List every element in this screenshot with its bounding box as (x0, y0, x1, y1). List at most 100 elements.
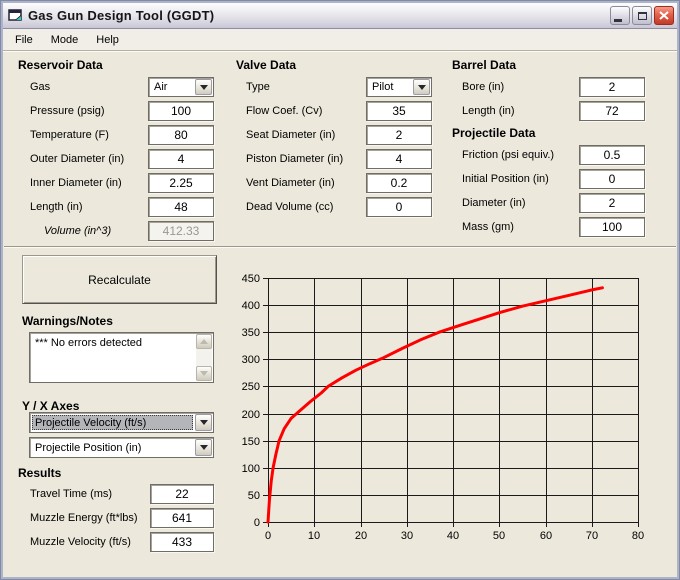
barrel-length-label: Length (in) (462, 105, 515, 117)
minimize-button[interactable] (610, 6, 630, 25)
piston-diameter-input[interactable] (366, 149, 432, 169)
volume-label: Volume (in^3) (44, 225, 111, 237)
gas-label: Gas (30, 81, 50, 93)
minimize-icon (614, 19, 622, 22)
chart-x-tick-label: 0 (265, 530, 271, 542)
initial-position-input[interactable] (579, 169, 645, 189)
app-icon[interactable] (8, 9, 23, 22)
axes-section-title: Y / X Axes (22, 399, 79, 413)
gas-dropdown[interactable]: Air (148, 77, 214, 97)
menu-bar: File Mode Help (3, 29, 677, 51)
inner-diameter-label: Inner Diameter (in) (30, 177, 122, 189)
recalculate-button[interactable]: Recalculate (22, 255, 217, 304)
gas-dropdown-arrow-icon[interactable] (195, 79, 212, 95)
mass-input[interactable] (579, 217, 645, 237)
flow-coef-label: Flow Coef. (Cv) (246, 105, 322, 117)
valve-type-label: Type (246, 81, 270, 93)
pressure-input[interactable] (148, 101, 214, 121)
warnings-section-title: Warnings/Notes (22, 314, 113, 328)
maximize-icon (638, 12, 647, 20)
chart-y-tick-label: 50 (248, 490, 260, 502)
chart-y-tick-label: 350 (242, 327, 260, 339)
pressure-label: Pressure (psig) (30, 105, 105, 117)
close-icon (659, 11, 669, 20)
chart-y-tick-label: 0 (254, 517, 260, 529)
x-axis-dropdown-arrow-icon[interactable] (195, 439, 212, 456)
chart-x-tick-label: 20 (355, 530, 367, 542)
seat-diameter-input[interactable] (366, 125, 432, 145)
y-axis-dropdown-arrow-icon[interactable] (195, 414, 212, 431)
barrel-section-title: Barrel Data (452, 58, 516, 72)
valve-type-dropdown-arrow-icon[interactable] (413, 79, 430, 95)
muzzle-velocity-label: Muzzle Velocity (ft/s) (30, 536, 131, 548)
velocity-position-chart: 0102030405060708005010015020025030035040… (240, 260, 676, 560)
temperature-input[interactable] (148, 125, 214, 145)
vent-diameter-input[interactable] (366, 173, 432, 193)
maximize-button[interactable] (632, 6, 652, 25)
scroll-down-icon (200, 371, 208, 376)
valve-type-dropdown[interactable]: Pilot (366, 77, 432, 97)
warnings-scrollbar[interactable] (196, 334, 212, 381)
projectile-diameter-label: Diameter (in) (462, 197, 526, 209)
section-divider (4, 246, 676, 248)
flow-coef-input[interactable] (366, 101, 432, 121)
initial-position-label: Initial Position (in) (462, 173, 549, 185)
dead-volume-label: Dead Volume (cc) (246, 201, 333, 213)
gas-value: Air (151, 80, 193, 94)
x-axis-dropdown[interactable]: Projectile Position (in) (29, 437, 214, 458)
chart-x-tick-label: 40 (447, 530, 459, 542)
x-axis-selected-value: Projectile Position (in) (32, 440, 193, 455)
dead-volume-input[interactable] (366, 197, 432, 217)
reservoir-section-title: Reservoir Data (18, 58, 103, 72)
warnings-text: *** No errors detected (35, 337, 193, 349)
muzzle-energy-value (150, 508, 214, 528)
reservoir-length-input[interactable] (148, 197, 214, 217)
menu-help[interactable]: Help (87, 30, 128, 50)
scroll-up-button[interactable] (196, 334, 212, 349)
reservoir-length-label: Length (in) (30, 201, 83, 213)
chart-x-tick-label: 50 (493, 530, 505, 542)
projectile-diameter-input[interactable] (579, 193, 645, 213)
travel-time-value (150, 484, 214, 504)
warnings-textbox[interactable]: *** No errors detected (29, 332, 214, 383)
muzzle-velocity-value (150, 532, 214, 552)
chart-y-tick-label: 100 (242, 463, 260, 475)
menu-mode[interactable]: Mode (42, 30, 88, 50)
velocity-curve (268, 288, 602, 522)
chart-x-tick-label: 60 (540, 530, 552, 542)
y-axis-dropdown[interactable]: Projectile Velocity (ft/s) (29, 412, 214, 433)
projectile-section-title: Projectile Data (452, 126, 535, 140)
muzzle-energy-label: Muzzle Energy (ft*lbs) (30, 512, 138, 524)
outer-diameter-label: Outer Diameter (in) (30, 153, 124, 165)
vent-diameter-label: Vent Diameter (in) (246, 177, 335, 189)
chart-x-tick-label: 10 (308, 530, 320, 542)
valve-section-title: Valve Data (236, 58, 296, 72)
friction-input[interactable] (579, 145, 645, 165)
title-bar[interactable]: Gas Gun Design Tool (GGDT) (3, 3, 677, 29)
chart-x-tick-label: 80 (632, 530, 644, 542)
results-section-title: Results (18, 466, 61, 480)
chart-y-tick-label: 450 (242, 273, 260, 285)
valve-type-value: Pilot (369, 80, 411, 94)
mass-label: Mass (gm) (462, 221, 514, 233)
bore-input[interactable] (579, 77, 645, 97)
volume-readonly-field (148, 221, 214, 241)
piston-diameter-label: Piston Diameter (in) (246, 153, 343, 165)
chart-y-tick-label: 200 (242, 409, 260, 421)
temperature-label: Temperature (F) (30, 129, 109, 141)
chart-x-tick-label: 30 (401, 530, 413, 542)
close-button[interactable] (654, 6, 674, 25)
travel-time-label: Travel Time (ms) (30, 488, 112, 500)
scroll-down-button[interactable] (196, 366, 212, 381)
chart-y-tick-label: 150 (242, 436, 260, 448)
window-title: Gas Gun Design Tool (GGDT) (28, 8, 214, 23)
chart-y-tick-label: 250 (242, 381, 260, 393)
inner-diameter-input[interactable] (148, 173, 214, 193)
chart-x-tick-label: 70 (586, 530, 598, 542)
outer-diameter-input[interactable] (148, 149, 214, 169)
app-window: Gas Gun Design Tool (GGDT) File Mode Hel… (0, 0, 680, 580)
menu-file[interactable]: File (6, 30, 42, 50)
seat-diameter-label: Seat Diameter (in) (246, 129, 335, 141)
barrel-length-input[interactable] (579, 101, 645, 121)
friction-label: Friction (psi equiv.) (462, 149, 554, 161)
